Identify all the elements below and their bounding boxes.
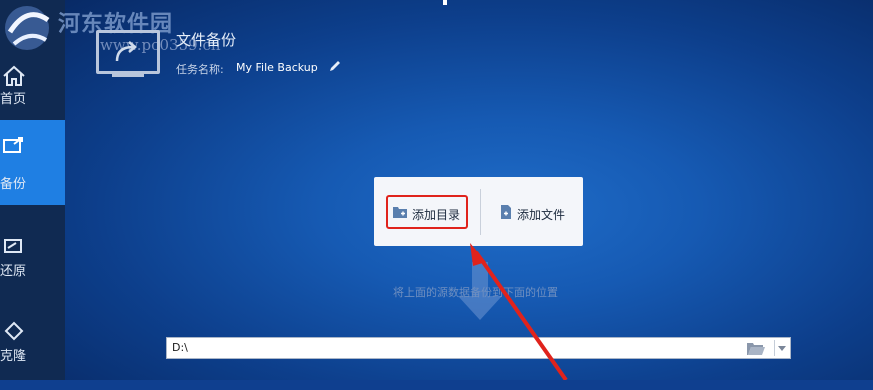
backup-monitor-icon	[96, 30, 160, 74]
sidebar-item-label: 首页	[0, 92, 27, 107]
chevron-down-icon[interactable]	[778, 346, 786, 351]
destination-path-value: D:\	[172, 341, 188, 354]
monitor-stand	[112, 74, 144, 77]
folder-open-icon[interactable]	[746, 341, 766, 356]
sidebar-item-label: 备份	[0, 177, 27, 192]
file-add-icon	[501, 205, 511, 219]
sidebar-item-clone[interactable]: 克隆	[0, 305, 65, 390]
destination-path-field[interactable]: D:\	[166, 337, 791, 359]
sidebar-item-label: 克隆	[0, 349, 27, 364]
backup-icon	[3, 137, 23, 153]
annotation-highlight-box	[386, 195, 468, 229]
dropdown-separator	[774, 340, 775, 356]
clone-icon	[4, 321, 24, 341]
task-name-label: 任务名称:	[176, 63, 224, 76]
sidebar-item-label: 还原	[0, 264, 27, 279]
sidebar-item-restore[interactable]: 还原	[0, 220, 65, 305]
sidebar-item-backup[interactable]: 备份	[0, 120, 65, 205]
add-file-label: 添加文件	[517, 208, 566, 222]
title-bar-mark	[443, 0, 447, 5]
pencil-icon[interactable]	[328, 59, 342, 73]
home-icon	[3, 65, 25, 86]
restore-icon	[4, 239, 22, 253]
add-file-button[interactable]: 添加文件	[481, 177, 583, 246]
task-title: 文件备份	[176, 31, 237, 49]
backup-hint-text: 将上面的源数据备份到下面的位置	[393, 286, 558, 299]
watermark-logo	[5, 6, 50, 50]
task-name-value: My File Backup	[236, 61, 318, 74]
